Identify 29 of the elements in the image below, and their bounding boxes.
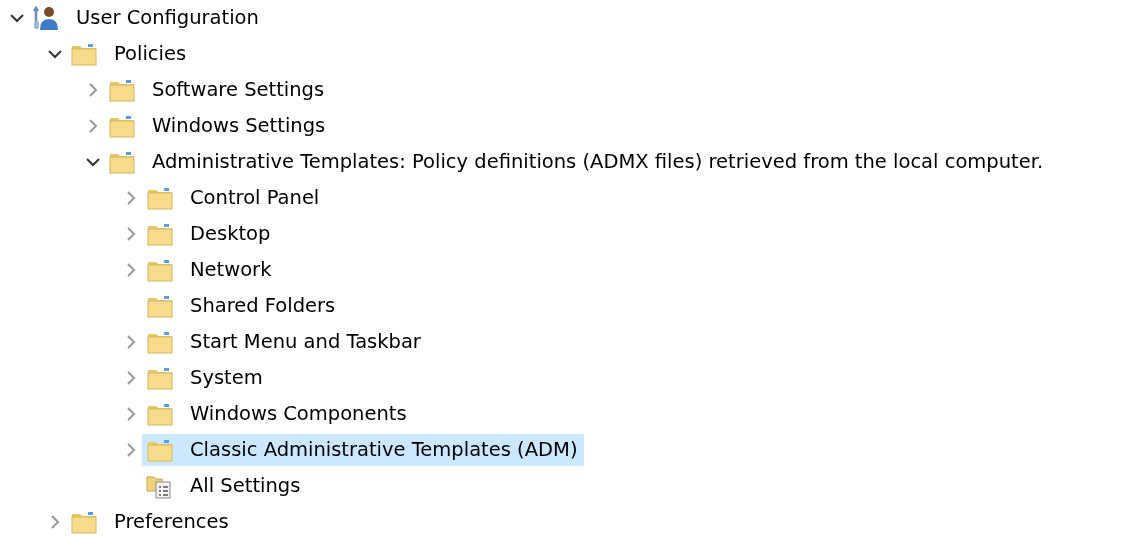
tree-item[interactable]: Preferences (110, 506, 235, 538)
folder-icon (70, 41, 98, 67)
tree-item[interactable]: Shared Folders (186, 290, 342, 322)
tree-item[interactable]: Software Settings (148, 74, 331, 106)
tree-item[interactable]: Windows Components (186, 398, 413, 430)
folder-icon (146, 437, 174, 463)
folder-icon (146, 365, 174, 391)
tree-item[interactable]: Administrative Templates: Policy definitions (ADMX files) retrieved from the local computer. (148, 146, 1050, 178)
tree-item[interactable]: Desktop (186, 218, 277, 250)
user-icon (32, 5, 60, 31)
tree-item[interactable]: User Configuration (72, 2, 265, 34)
folder-icon (146, 329, 174, 355)
tree-item[interactable]: System (186, 362, 269, 394)
folder-icon (108, 77, 136, 103)
tree-item[interactable]: Control Panel (186, 182, 326, 214)
folder-icon (146, 221, 174, 247)
folder-icon (146, 185, 174, 211)
folder-icon (70, 509, 98, 535)
folder-icon (146, 257, 174, 283)
tree-item[interactable]: Windows Settings (148, 110, 332, 142)
settings-list-icon (146, 473, 174, 499)
tree-item[interactable]: Start Menu and Taskbar (186, 326, 427, 358)
tree-item[interactable]: Policies (110, 38, 193, 70)
tree-item[interactable]: All Settings (186, 470, 307, 502)
folder-icon (146, 401, 174, 427)
tree-item[interactable]: Network (186, 254, 278, 286)
folder-icon (108, 113, 136, 139)
folder-icon (108, 149, 136, 175)
folder-icon (146, 293, 174, 319)
